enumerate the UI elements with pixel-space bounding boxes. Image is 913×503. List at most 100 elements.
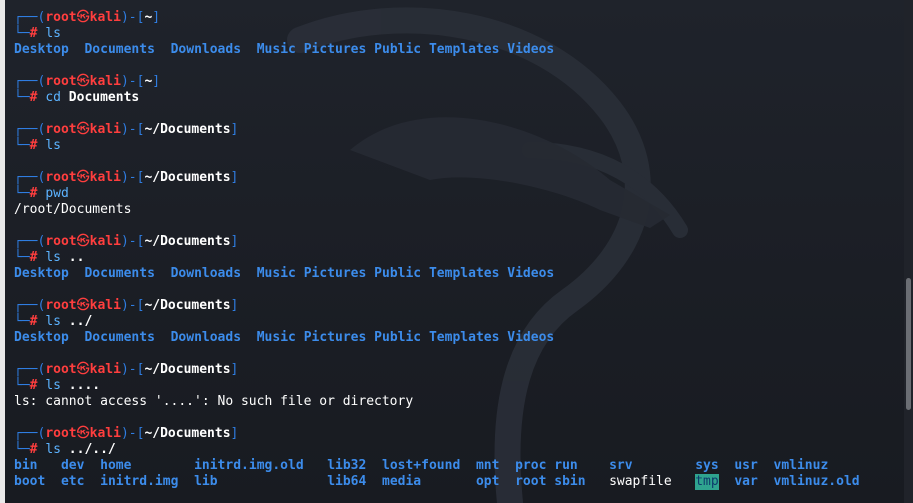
directory-entry: sbin	[554, 474, 586, 489]
directory-entry: Templates	[428, 266, 500, 281]
prompt-frame: ┌──(	[14, 170, 46, 185]
directory-entry: run	[554, 458, 578, 473]
directory-entry: boot	[14, 474, 46, 489]
prompt-user: root	[45, 74, 77, 89]
prompt-line: ┌──(root㉿kali)-[~/Documents]	[14, 426, 894, 442]
prompt-user: root	[45, 234, 77, 249]
prompt-frame: ]	[230, 170, 239, 185]
prompt-host: kali	[89, 122, 121, 137]
command-name: ls	[45, 250, 61, 265]
prompt-line: ┌──(root㉿kali)-[~/Documents]	[14, 234, 894, 250]
command-line: └─# ls ../	[14, 314, 894, 330]
prompt-hash: #	[29, 186, 46, 201]
prompt-frame: )-[	[120, 234, 145, 249]
prompt-host: kali	[89, 298, 121, 313]
directory-entry: Desktop	[14, 330, 69, 345]
directory-entry: Music	[256, 42, 296, 57]
listing-row: Desktop Documents Downloads Music Pictures Pu…	[14, 42, 894, 58]
prompt-hash: #	[29, 138, 46, 153]
directory-entry: Templates	[428, 330, 500, 345]
directory-entry: etc	[60, 474, 85, 489]
prompt-host: kali	[89, 74, 121, 89]
command-name: ls	[45, 26, 61, 41]
directory-entry: lib32	[327, 458, 367, 473]
listing-row: Desktop Documents Downloads Music Pictures Pu…	[14, 266, 894, 282]
prompt-line: ┌──(root㉿kali)-[~/Documents]	[14, 122, 894, 138]
directory-entry: Pictures	[303, 266, 367, 281]
directory-entry: bin	[14, 458, 38, 473]
scrollbar[interactable]	[904, 0, 913, 503]
directory-entry: lost+found	[382, 458, 461, 473]
prompt-frame: ┌──(	[14, 362, 46, 377]
directory-entry: lib	[194, 474, 218, 489]
directory-entry: home	[100, 458, 132, 473]
root-listing-row-1: bin dev home initrd.img.old lib32 lost+found m…	[14, 458, 894, 474]
command-argument: Documents	[68, 90, 140, 105]
directory-entry: Public	[374, 330, 422, 345]
prompt-corner: └─	[14, 314, 30, 329]
prompt-path: ~/Documents	[144, 170, 231, 185]
directory-entry: Music	[256, 330, 296, 345]
directory-entry: lib64	[327, 474, 367, 489]
command-name: pwd	[45, 186, 69, 201]
directory-entry: vmlinuz	[773, 458, 829, 473]
prompt-frame: ]	[230, 298, 239, 313]
prompt-corner: └─	[14, 26, 30, 41]
prompt-line: ┌──(root㉿kali)-[~]	[14, 74, 894, 90]
prompt-frame: )-[	[120, 426, 145, 441]
prompt-host: kali	[89, 426, 121, 441]
prompt-frame: ]	[230, 234, 239, 249]
prompt-line: ┌──(root㉿kali)-[~/Documents]	[14, 298, 894, 314]
directory-entry: sys	[695, 458, 719, 473]
prompt-corner: └─	[14, 90, 30, 105]
prompt-host: kali	[89, 170, 121, 185]
directory-entry: srv	[609, 458, 633, 473]
terminal-window[interactable]: ┌──(root㉿kali)-[~] └─# ls Desktop Documents…	[0, 0, 913, 503]
prompt-line: ┌──(root㉿kali)-[~]	[14, 10, 894, 26]
directory-entry: Videos	[507, 266, 555, 281]
directory-entry: Downloads	[170, 266, 242, 281]
directory-entry: swapfile	[609, 474, 672, 489]
directory-entry: Public	[374, 266, 422, 281]
command-argument: ../	[68, 314, 93, 329]
directory-entry: vmlinuz.old	[773, 474, 860, 489]
prompt-frame: ┌──(	[14, 74, 46, 89]
command-name: cd	[45, 90, 61, 105]
command-line: └─# pwd	[14, 186, 894, 202]
directory-entry: initrd.img	[100, 474, 179, 489]
prompt-frame: )-[	[120, 74, 145, 89]
prompt-corner: └─	[14, 250, 30, 265]
prompt-hash: #	[29, 378, 46, 393]
scroll-thumb[interactable]	[906, 278, 911, 410]
directory-entry: Videos	[507, 42, 555, 57]
directory-entry: Music	[256, 266, 296, 281]
prompt-path: ~/Documents	[144, 426, 231, 441]
desktop-edge	[0, 0, 5, 503]
prompt-line: ┌──(root㉿kali)-[~/Documents]	[14, 170, 894, 186]
directory-entry: proc	[515, 458, 547, 473]
prompt-at-symbol: ㉿	[76, 234, 90, 249]
directory-entry: Downloads	[170, 330, 242, 345]
prompt-path: ~/Documents	[144, 122, 231, 137]
prompt-frame: )-[	[120, 298, 145, 313]
prompt-user: root	[45, 122, 77, 137]
prompt-corner: └─	[14, 378, 30, 393]
command-name: ls	[45, 442, 61, 457]
terminal-output[interactable]: ┌──(root㉿kali)-[~] └─# ls Desktop Documents…	[14, 10, 894, 490]
prompt-frame: )-[	[120, 122, 145, 137]
prompt-at-symbol: ㉿	[76, 74, 90, 89]
directory-entry: media	[382, 474, 422, 489]
directory-entry: Documents	[84, 330, 155, 345]
prompt-hash: #	[29, 26, 46, 41]
directory-entry: dev	[60, 458, 85, 473]
prompt-frame: ┌──(	[14, 122, 46, 137]
prompt-frame: ]	[230, 122, 239, 137]
command-name: ls	[45, 378, 61, 393]
listing-row: Desktop Documents Downloads Music Pictures Pu…	[14, 330, 894, 346]
directory-entry: opt	[475, 474, 500, 489]
prompt-corner: └─	[14, 138, 30, 153]
prompt-hash: #	[29, 90, 46, 105]
